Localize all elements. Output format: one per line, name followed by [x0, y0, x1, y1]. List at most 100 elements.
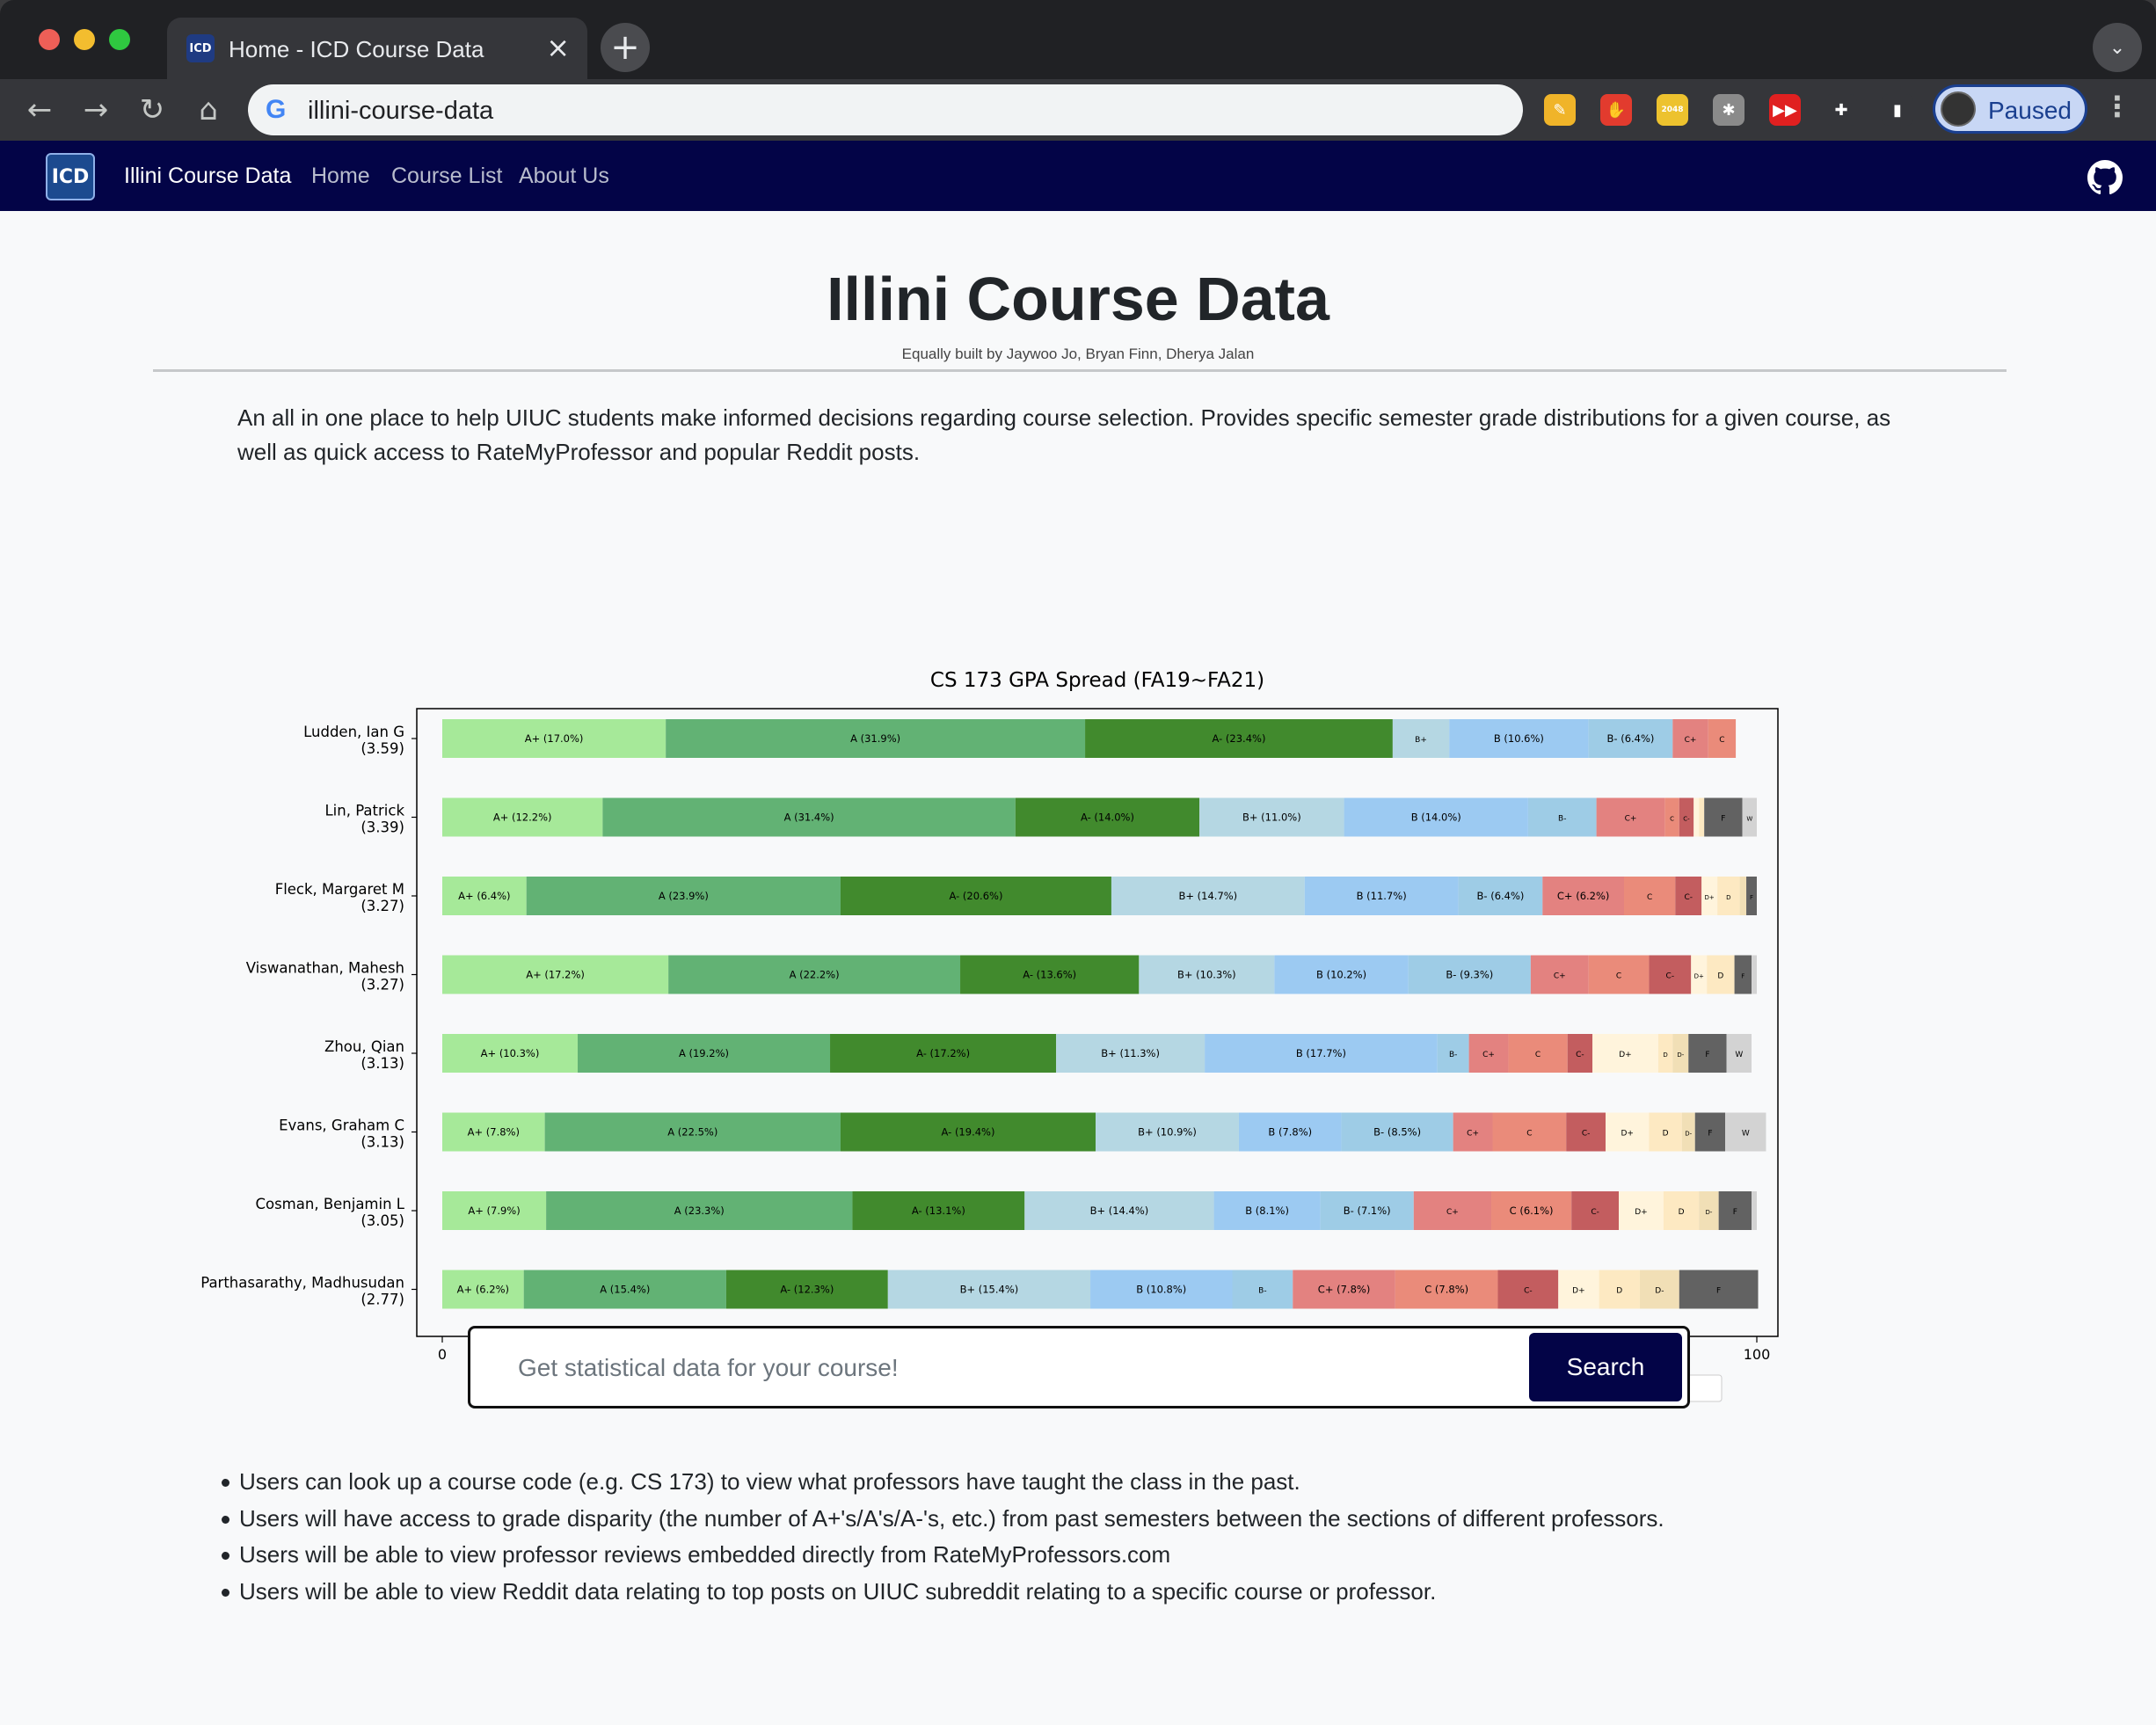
bar-segment-label: B (14.0%) — [1411, 812, 1461, 824]
close-tab-icon[interactable]: × — [546, 33, 570, 62]
title-divider — [153, 369, 2007, 372]
bar-segment-label: F — [1733, 1208, 1737, 1217]
bar-segment-label: B+ — [1415, 736, 1427, 745]
bar-segment-label: A+ (10.3%) — [481, 1047, 540, 1059]
bar-segment — [1699, 797, 1705, 837]
feature-item: Users can look up a course code (e.g. CS… — [222, 1464, 1998, 1501]
bar-segment-label: A+ (6.4%) — [458, 890, 510, 902]
pencil-extension-icon[interactable]: ✎ — [1544, 94, 1576, 126]
y-tick-gpa: (3.13) — [361, 1134, 404, 1151]
search-button[interactable]: Search — [1529, 1333, 1682, 1401]
site-navbar: ICD Illini Course Data Home Course List … — [0, 141, 2156, 211]
minimize-window-button[interactable] — [74, 29, 95, 50]
nav-course-list-link[interactable]: Course List — [391, 164, 502, 189]
bar-segment-label: B- (7.1%) — [1344, 1205, 1391, 1217]
y-tick-professor-name: Fleck, Margaret M — [275, 881, 404, 898]
more-menu-icon[interactable]: ⋮ — [2103, 90, 2131, 123]
bar-segment-label: D- — [1685, 1131, 1692, 1138]
bar-segment-label: C- — [1591, 1208, 1599, 1217]
bar-segment-label: B (7.8%) — [1268, 1126, 1312, 1139]
bar-segment-label: D- — [1705, 1209, 1712, 1216]
bar-segment-label: F — [1708, 1130, 1712, 1139]
course-search-input[interactable] — [488, 1339, 1543, 1397]
bar-segment — [1752, 1191, 1757, 1230]
bar-segment-label: C (6.1%) — [1510, 1205, 1554, 1217]
bar-segment-label: A+ (17.0%) — [525, 732, 584, 745]
bar-segment-label: D — [1679, 1208, 1685, 1217]
video-speed-extension-icon[interactable]: ▶▶ — [1769, 94, 1801, 126]
x-tick-label: 0 — [438, 1346, 447, 1363]
bar-segment-label: C+ — [1685, 736, 1697, 745]
bar-segment-label: A- (12.3%) — [780, 1284, 834, 1296]
bar-segment-label: B (17.7%) — [1296, 1047, 1346, 1059]
intro-paragraph: An all in one place to help UIUC student… — [237, 404, 1891, 465]
brand-link[interactable]: Illini Course Data — [124, 164, 291, 189]
github-icon[interactable] — [2087, 160, 2123, 195]
bar-segment-label: D+ — [1694, 973, 1704, 980]
bar-segment-label: A+ (7.8%) — [468, 1126, 520, 1139]
bar-segment-label: B+ (14.7%) — [1178, 890, 1237, 902]
browser-tab[interactable]: ICD Home - ICD Course Data × — [167, 18, 587, 79]
reload-icon[interactable]: ↻ — [132, 90, 172, 130]
bar-segment-label: A+ (6.2%) — [457, 1284, 509, 1296]
bar-segment-label: D — [1663, 1052, 1667, 1059]
feature-item: Users will have access to grade disparit… — [222, 1501, 1998, 1538]
bar-segment-label: C — [1647, 893, 1652, 902]
tab-search-button[interactable]: ⌄ — [2093, 23, 2142, 72]
tab-title: Home - ICD Course Data — [229, 36, 484, 62]
adblock-extension-icon[interactable]: ✋ — [1600, 94, 1632, 126]
bar-segment-label: A- (13.1%) — [912, 1205, 965, 1217]
bar-segment-label: A (31.9%) — [850, 732, 900, 745]
bar-segment-label: W — [1746, 816, 1752, 823]
bar-segment-label: A- (14.0%) — [1081, 812, 1134, 824]
bar-segment-label: C — [1616, 972, 1621, 981]
close-window-button[interactable] — [39, 29, 60, 50]
2048-extension-icon[interactable]: 2048 — [1657, 94, 1688, 126]
bar-segment-label: D+ — [1705, 894, 1715, 901]
bar-segment-label: C — [1535, 1051, 1541, 1059]
sidepanel-icon[interactable]: ▮ — [1882, 94, 1913, 126]
chart-title: CS 173 GPA Spread (FA19~FA21) — [930, 669, 1264, 692]
y-tick-gpa: (3.59) — [361, 740, 404, 757]
y-tick-professor-name: Viswanathan, Mahesh — [246, 960, 404, 977]
nav-about-us-link[interactable]: About Us — [519, 164, 609, 189]
profile-button[interactable]: Paused — [1933, 84, 2087, 134]
bar-segment-label: C+ — [1482, 1051, 1495, 1059]
bar-segment-label: A (22.2%) — [790, 969, 840, 981]
bar-segment-label: C- — [1582, 1130, 1591, 1139]
address-bar[interactable]: G illini-course-data — [248, 84, 1523, 135]
nav-home-link[interactable]: Home — [311, 164, 370, 189]
maximize-window-button[interactable] — [109, 29, 130, 50]
bar-segment-label: B+ (10.3%) — [1177, 969, 1236, 981]
bar-segment-label: D — [1717, 972, 1723, 981]
bar-segment-label: B (11.7%) — [1357, 890, 1407, 902]
google-icon: G — [266, 95, 287, 124]
bar-segment-label: C- — [1576, 1051, 1584, 1059]
bar-segment-label: C+ — [1446, 1208, 1459, 1217]
bar-segment-label: F — [1705, 1051, 1709, 1059]
y-tick-professor-name: Evans, Graham C — [279, 1117, 404, 1134]
feature-text: Users will be able to view professor rev… — [239, 1541, 1171, 1568]
home-icon[interactable]: ⌂ — [188, 90, 229, 130]
bar-segment-label: C+ (6.2%) — [1557, 890, 1610, 902]
bar-segment-label: A- (23.4%) — [1213, 732, 1266, 745]
search-form: Search — [468, 1326, 1690, 1408]
puzzle-extension-icon[interactable]: ✚ — [1825, 94, 1857, 126]
bar-segment-label: A (23.9%) — [659, 890, 709, 902]
bar-segment-label: C+ — [1554, 972, 1566, 981]
bug-extension-icon[interactable]: ✱ — [1713, 94, 1744, 126]
bar-segment-label: A- (17.2%) — [916, 1047, 970, 1059]
back-icon[interactable]: ← — [19, 90, 60, 130]
bar-segment-label: D — [1726, 894, 1730, 901]
bar-segment-label: B (10.2%) — [1316, 969, 1366, 981]
bar-segment-label: B+ (10.9%) — [1138, 1126, 1197, 1139]
gpa-spread-chart: CS 173 GPA Spread (FA19~FA21) Ludden, Ian… — [200, 669, 1779, 1402]
bar-segment-label: B- (6.4%) — [1607, 732, 1655, 745]
bar-segment — [1739, 877, 1747, 915]
forward-icon[interactable]: → — [76, 90, 116, 130]
bar-segment-label: C- — [1666, 972, 1675, 981]
bar-segment-label: C+ — [1625, 815, 1637, 824]
site-logo[interactable]: ICD — [46, 153, 95, 200]
url-text: illini-course-data — [308, 97, 494, 125]
new-tab-button[interactable]: + — [601, 23, 650, 72]
